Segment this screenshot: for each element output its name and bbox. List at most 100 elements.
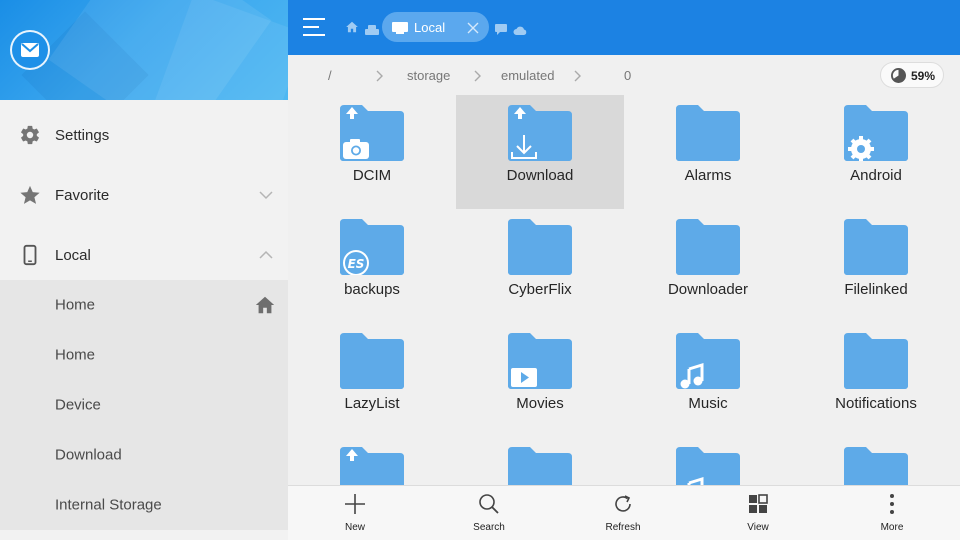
- navigation-drawer: Settings Favorite Local Home Home Device…: [0, 0, 288, 540]
- hamburger-icon[interactable]: [303, 16, 327, 38]
- home-icon: [254, 294, 276, 316]
- sidebar-subitem-home[interactable]: Home: [0, 280, 288, 330]
- drawer-header: [0, 0, 288, 100]
- folder-name: Downloader: [667, 281, 749, 298]
- sidebar-subitem-label: Internal Storage: [55, 496, 162, 514]
- sidebar-subitem-label: Home: [55, 346, 96, 364]
- folder-name: Filelinked: [844, 281, 908, 298]
- search-icon: [477, 492, 501, 516]
- video-folder-icon: [508, 333, 572, 389]
- sidebar-item-settings[interactable]: Settings: [0, 105, 288, 165]
- plus-icon: [343, 492, 367, 516]
- chevron-right-icon: [473, 69, 483, 82]
- refresh-label: Refresh: [605, 522, 641, 533]
- folder-name: DCIM: [352, 167, 392, 184]
- tab-local[interactable]: Local: [382, 12, 489, 42]
- folder-icon: [844, 333, 908, 389]
- folder-item-filelinked[interactable]: Filelinked: [792, 209, 960, 323]
- folder-item-partial[interactable]: [288, 437, 456, 485]
- network-icon[interactable]: [365, 22, 379, 40]
- bottom-toolbar: New Search Refresh View More: [288, 485, 960, 540]
- breadcrumb-emulated[interactable]: emulated: [501, 68, 554, 83]
- view-button[interactable]: View: [713, 486, 803, 540]
- sidebar-subitem-label: Home: [55, 296, 96, 314]
- grid-view-icon: [746, 492, 770, 516]
- folder-item-downloader[interactable]: Downloader: [624, 209, 792, 323]
- sidebar-subitem-label: Download: [55, 446, 122, 464]
- gear-folder-icon: [844, 105, 908, 162]
- folder-item-alarms[interactable]: Alarms: [624, 95, 792, 209]
- more-label: More: [880, 522, 904, 533]
- folder-name: Movies: [516, 395, 564, 412]
- chevron-right-icon: [375, 69, 385, 82]
- folder-item-movies[interactable]: Movies: [456, 323, 624, 437]
- folder-icon: [340, 447, 404, 485]
- sidebar-subitem-label: Device: [55, 396, 101, 414]
- star-icon: [19, 184, 41, 206]
- download-folder-icon: [508, 105, 572, 161]
- search-button[interactable]: Search: [444, 486, 534, 540]
- folder-icon: [508, 447, 572, 485]
- folder-icon: [676, 219, 740, 275]
- pie-chart-icon: [891, 68, 906, 83]
- folder-name: Notifications: [835, 395, 917, 412]
- more-vertical-icon: [880, 492, 904, 516]
- sidebar-subitem-download[interactable]: Download: [0, 430, 288, 480]
- folder-icon: [844, 219, 908, 275]
- storage-icon: [392, 21, 408, 39]
- home-icon[interactable]: [345, 20, 359, 39]
- cloud-icon[interactable]: [513, 22, 527, 40]
- folder-item-backups[interactable]: ES backups: [288, 209, 456, 323]
- storage-usage-percent: 59%: [911, 69, 936, 83]
- sidebar-item-label: Settings: [55, 126, 110, 144]
- folder-name: Android: [850, 167, 902, 184]
- folder-item-partial[interactable]: [624, 437, 792, 485]
- phone-icon: [19, 244, 41, 266]
- folder-item-download[interactable]: Download: [456, 95, 624, 209]
- more-button[interactable]: More: [847, 486, 937, 540]
- sidebar-subitem-home-2[interactable]: Home: [0, 330, 288, 380]
- refresh-button[interactable]: Refresh: [578, 486, 668, 540]
- folder-name: backups: [344, 281, 400, 298]
- folder-item-partial[interactable]: [456, 437, 624, 485]
- breadcrumb-root[interactable]: /: [328, 68, 332, 83]
- folder-name: Music: [688, 395, 728, 412]
- chevron-down-icon[interactable]: [258, 187, 274, 203]
- new-label: New: [344, 522, 365, 533]
- tab-label: Local: [414, 20, 446, 35]
- sidebar-item-label: Favorite: [55, 186, 110, 204]
- folder-name: LazyList: [344, 395, 400, 412]
- folder-name: CyberFlix: [508, 281, 572, 298]
- chevron-right-icon: [573, 69, 583, 82]
- sidebar-item-label: Local: [55, 246, 91, 264]
- folder-item-android[interactable]: Android: [792, 95, 960, 209]
- new-button[interactable]: New: [310, 486, 400, 540]
- storage-usage-badge[interactable]: 59%: [880, 62, 944, 88]
- top-app-bar: Local: [288, 0, 960, 55]
- folder-icon: [676, 447, 740, 485]
- sidebar-subitem-internal-storage[interactable]: Internal Storage: [0, 480, 288, 530]
- folder-item-notifications[interactable]: Notifications: [792, 323, 960, 437]
- folder-item-lazylist[interactable]: LazyList: [288, 323, 456, 437]
- breadcrumb-0[interactable]: 0: [624, 68, 631, 83]
- refresh-icon: [611, 492, 635, 516]
- folder-name: Alarms: [684, 167, 732, 184]
- folder-icon: [676, 105, 740, 161]
- mail-icon[interactable]: [10, 30, 50, 70]
- folder-icon: [508, 219, 572, 275]
- folder-icon: [340, 333, 404, 389]
- sidebar-item-favorite[interactable]: Favorite: [0, 165, 288, 225]
- music-note-folder-icon: [676, 333, 740, 389]
- sidebar-item-local[interactable]: Local: [0, 225, 288, 285]
- folder-item-music[interactable]: Music: [624, 323, 792, 437]
- es-logo-folder-icon: ES: [340, 219, 404, 276]
- breadcrumb-storage[interactable]: storage: [407, 68, 450, 83]
- folder-name: Download: [506, 167, 574, 184]
- sidebar-subitem-device[interactable]: Device: [0, 380, 288, 430]
- message-icon[interactable]: [495, 22, 507, 40]
- folder-item-cyberflix[interactable]: CyberFlix: [456, 209, 624, 323]
- folder-item-dcim[interactable]: DCIM: [288, 95, 456, 209]
- chevron-up-icon[interactable]: [258, 247, 274, 263]
- close-icon[interactable]: [467, 21, 479, 34]
- folder-item-partial[interactable]: [792, 437, 960, 485]
